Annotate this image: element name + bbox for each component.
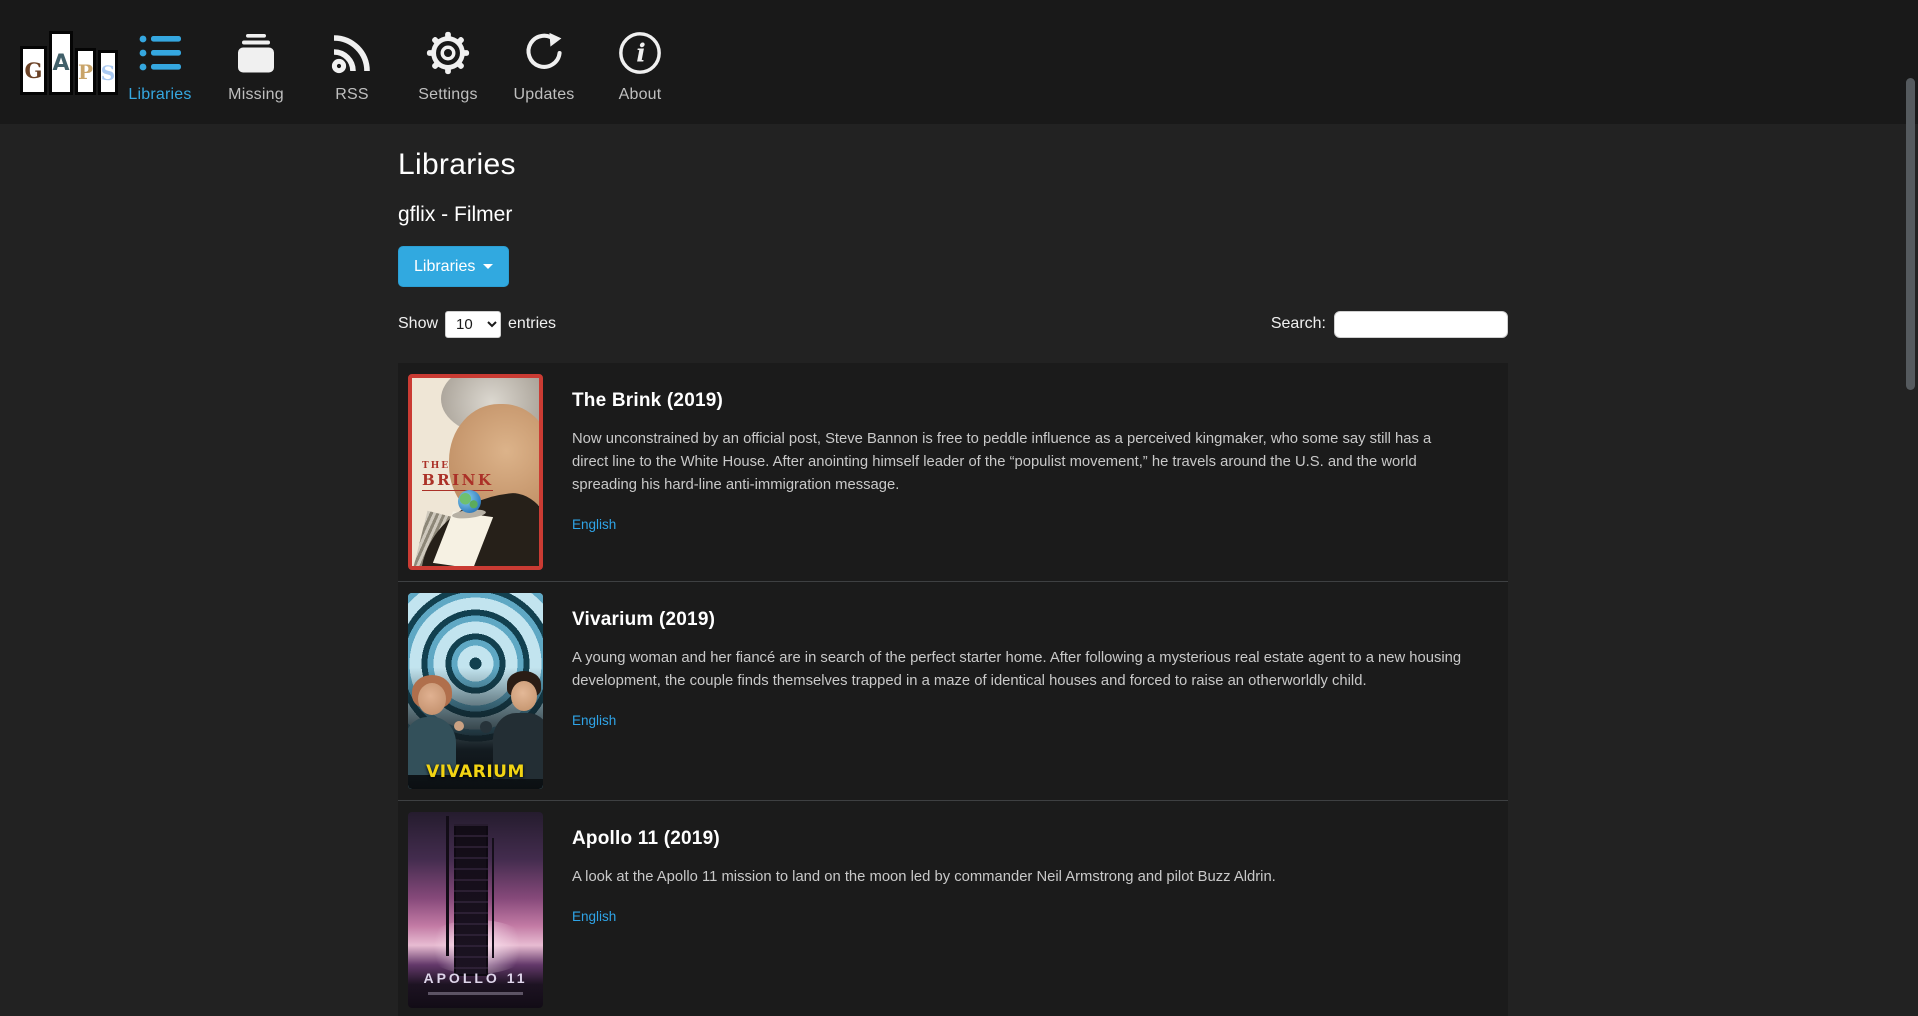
logo-tile-p: P xyxy=(75,48,96,95)
main-nav: Libraries Missing RSS xyxy=(112,0,688,124)
poster-art xyxy=(492,838,494,958)
poster-art xyxy=(428,992,523,995)
libraries-dropdown-label: Libraries xyxy=(414,258,475,276)
movie-title: The Brink (2019) xyxy=(572,390,1468,412)
movie-description: A look at the Apollo 11 mission to land … xyxy=(572,866,1468,889)
movie-title: Vivarium (2019) xyxy=(572,609,1468,631)
main-content: Libraries gflix - Filmer Libraries Show … xyxy=(398,124,1508,1016)
libraries-dropdown-button[interactable]: Libraries xyxy=(398,246,509,287)
movie-description: Now unconstrained by an official post, S… xyxy=(572,428,1468,497)
poster-title-text: VIVARIUM xyxy=(408,762,543,782)
nav-item-settings[interactable]: Settings xyxy=(400,0,496,124)
movie-poster-vivarium[interactable]: VIVARIUM xyxy=(408,593,543,789)
language-link[interactable]: English xyxy=(572,713,616,728)
movie-poster-the-brink[interactable]: THE BRINK xyxy=(408,374,543,570)
nav-item-missing[interactable]: Missing xyxy=(208,0,304,124)
poster-art xyxy=(446,816,449,956)
language-link[interactable]: English xyxy=(572,909,616,924)
refresh-icon xyxy=(522,27,566,79)
language-link[interactable]: English xyxy=(572,517,616,532)
gear-icon xyxy=(425,27,471,79)
movie-info: Apollo 11 (2019) A look at the Apollo 11… xyxy=(543,812,1498,1008)
movie-row-the-brink: THE BRINK The Brink (2019) Now unconstra… xyxy=(398,363,1508,581)
nav-label: Updates xyxy=(514,86,575,104)
movie-description: A young woman and her fiancé are in sear… xyxy=(572,647,1468,693)
poster-art xyxy=(458,490,481,513)
gaps-logo[interactable]: G A P S xyxy=(20,31,120,95)
poster-title-text: APOLLO 11 xyxy=(408,970,543,986)
movie-title: Apollo 11 (2019) xyxy=(572,828,1468,850)
nav-label: About xyxy=(619,86,662,104)
top-navbar: G A P S Libraries Missin xyxy=(0,0,1918,124)
movie-row-apollo-11: APOLLO 11 Apollo 11 (2019) A look at the… xyxy=(398,800,1508,1016)
poster-title-text: THE BRINK xyxy=(422,462,493,491)
movie-poster-apollo-11[interactable]: APOLLO 11 xyxy=(408,812,543,1008)
list-icon xyxy=(138,27,182,79)
page-title: Libraries xyxy=(398,148,1508,182)
movie-info: Vivarium (2019) A young woman and her fi… xyxy=(543,593,1498,789)
chevron-down-icon xyxy=(483,264,493,269)
search-input[interactable] xyxy=(1334,311,1508,338)
poster-art xyxy=(480,721,492,733)
nav-item-rss[interactable]: RSS xyxy=(304,0,400,124)
table-controls: Show 10 entries Search: xyxy=(398,310,1508,338)
logo-tile-a: A xyxy=(49,31,73,95)
nav-label: RSS xyxy=(335,86,369,104)
logo-tile-g: G xyxy=(20,46,47,95)
page-size-select[interactable]: 10 xyxy=(445,311,501,338)
search-control: Search: xyxy=(1271,311,1508,338)
nav-item-updates[interactable]: Updates xyxy=(496,0,592,124)
stack-icon xyxy=(233,27,279,79)
search-label: Search: xyxy=(1271,315,1326,333)
info-icon: i xyxy=(617,27,663,79)
movie-row-vivarium: VIVARIUM Vivarium (2019) A young woman a… xyxy=(398,581,1508,800)
nav-label: Missing xyxy=(228,86,284,104)
poster-art xyxy=(454,824,488,976)
poster-art xyxy=(408,675,456,775)
entries-label: entries xyxy=(508,315,556,333)
logo-letter: A xyxy=(52,51,69,76)
movie-info: The Brink (2019) Now unconstrained by an… xyxy=(543,374,1498,570)
svg-text:i: i xyxy=(636,39,645,68)
library-name: gflix - Filmer xyxy=(398,203,1508,227)
rss-icon xyxy=(330,27,374,79)
nav-label: Settings xyxy=(418,86,477,104)
nav-item-about[interactable]: i About xyxy=(592,0,688,124)
page-length-control: Show 10 entries xyxy=(398,311,556,338)
nav-label: Libraries xyxy=(128,86,191,104)
movie-table: THE BRINK The Brink (2019) Now unconstra… xyxy=(398,363,1508,1016)
vertical-scrollbar-thumb[interactable] xyxy=(1906,78,1915,390)
show-label: Show xyxy=(398,315,438,333)
nav-item-libraries[interactable]: Libraries xyxy=(112,0,208,124)
logo-letter: P xyxy=(78,60,93,84)
logo-letter: G xyxy=(25,58,43,83)
